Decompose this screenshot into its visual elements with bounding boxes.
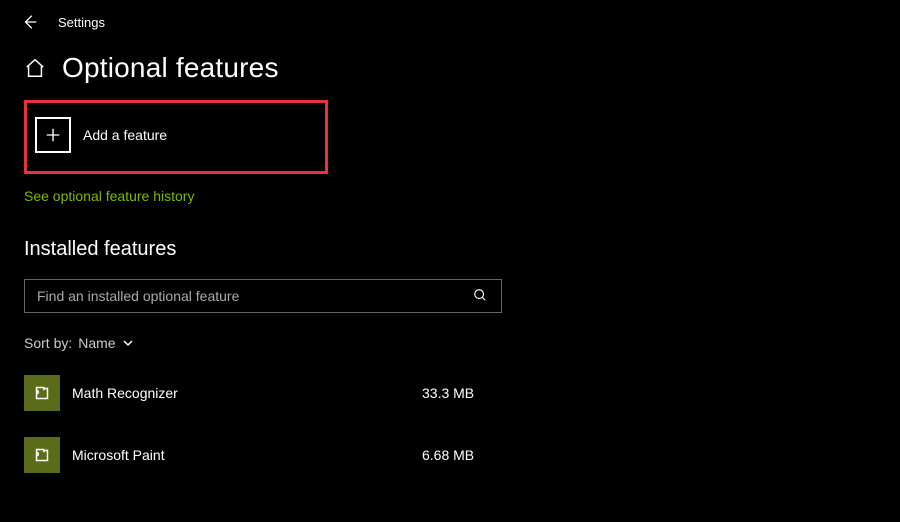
feature-item[interactable]: Microsoft Paint 6.68 MB (24, 431, 502, 479)
feature-size: 6.68 MB (422, 447, 502, 463)
history-link[interactable]: See optional feature history (24, 188, 194, 204)
plus-icon (35, 117, 71, 153)
gear-puzzle-icon (24, 437, 60, 473)
feature-size: 33.3 MB (422, 385, 502, 401)
add-feature-button[interactable]: Add a feature (35, 117, 317, 153)
chevron-down-icon (122, 337, 134, 349)
feature-item[interactable]: Math Recognizer 33.3 MB (24, 369, 502, 417)
feature-name: Math Recognizer (72, 385, 410, 401)
search-box[interactable] (24, 279, 502, 313)
back-button[interactable] (20, 12, 40, 32)
search-input[interactable] (37, 288, 473, 304)
sort-prefix: Sort by: (24, 335, 72, 351)
add-feature-label: Add a feature (83, 127, 167, 143)
add-feature-highlight: Add a feature (24, 100, 328, 174)
app-title: Settings (58, 15, 105, 30)
search-icon (473, 288, 489, 304)
section-title: Installed features (24, 238, 876, 261)
page-title: Optional features (62, 52, 279, 84)
sort-dropdown[interactable]: Sort by: Name (24, 335, 134, 351)
sort-value: Name (78, 335, 115, 351)
home-icon[interactable] (24, 57, 46, 79)
feature-name: Microsoft Paint (72, 447, 410, 463)
gear-puzzle-icon (24, 375, 60, 411)
